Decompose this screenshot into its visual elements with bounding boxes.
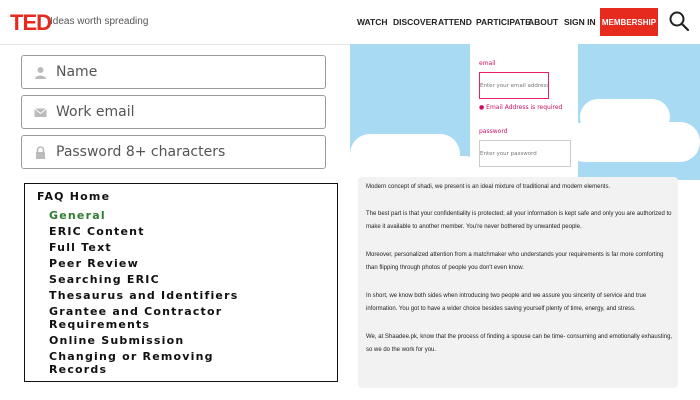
nav-watch[interactable]: WATCH: [357, 17, 388, 27]
nav-sign-in[interactable]: SIGN IN: [564, 17, 596, 27]
article-paragraph: Moreover, personalized attention from a …: [366, 252, 664, 271]
nav-participate[interactable]: PARTICIPATE: [476, 17, 531, 27]
password-field[interactable]: Password 8+ characters: [21, 135, 326, 169]
cloud-right-base: [565, 122, 700, 162]
name-placeholder: Name: [56, 64, 98, 80]
ted-logo[interactable]: TED: [10, 10, 52, 36]
envelope-icon: [34, 108, 47, 117]
work-email-placeholder: Work email: [56, 104, 135, 120]
faq-item-changing[interactable]: Changing or Removing: [49, 350, 214, 363]
lock-icon: [36, 146, 45, 159]
faq-item-changing-cont[interactable]: Records: [49, 363, 107, 376]
article-panel: Modern concept of shadi, we present is a…: [358, 177, 678, 388]
password-label: password: [479, 128, 508, 135]
email-error-message: ● Email Address is required: [479, 104, 563, 111]
name-field[interactable]: Name: [21, 55, 326, 89]
tagline: Ideas worth spreading: [50, 16, 149, 27]
faq-item-grantee[interactable]: Grantee and Contractor: [49, 305, 222, 318]
faq-home-link[interactable]: FAQ Home: [37, 190, 110, 203]
password-placeholder: Password 8+ characters: [56, 144, 226, 160]
person-icon: [35, 67, 46, 79]
email-label: email: [479, 60, 496, 67]
article-paragraph: The best part is that your confidentiali…: [366, 211, 672, 230]
faq-item-grantee-cont[interactable]: Requirements: [49, 318, 150, 331]
nav-about[interactable]: ABOUT: [528, 17, 558, 27]
email-input[interactable]: [479, 72, 549, 99]
password-input[interactable]: [479, 140, 571, 167]
ted-header: TED Ideas worth spreading WATCH DISCOVER…: [0, 0, 700, 45]
faq-item-full-text[interactable]: Full Text: [49, 241, 112, 254]
nav-attend[interactable]: ATTEND: [438, 17, 472, 27]
faq-item-eric-content[interactable]: ERIC Content: [49, 225, 145, 238]
nav-discover[interactable]: DISCOVER: [393, 17, 437, 27]
login-form: email ● Email Address is required passwo…: [470, 44, 578, 180]
faq-item-online-submission[interactable]: Online Submission: [49, 334, 184, 347]
article-paragraph: We, at Shaadee.pk, know that the process…: [366, 334, 673, 353]
article-paragraph: In short, we know both sides when introd…: [366, 293, 647, 312]
faq-item-peer-review[interactable]: Peer Review: [49, 257, 139, 270]
faq-item-searching-eric[interactable]: Searching ERIC: [49, 273, 160, 286]
article-paragraph: Modern concept of shadi, we present is a…: [366, 184, 611, 190]
faq-item-general[interactable]: General: [49, 209, 106, 222]
search-icon[interactable]: [668, 10, 690, 32]
work-email-field[interactable]: Work email: [21, 95, 326, 129]
faq-item-thesaurus[interactable]: Thesaurus and Identifiers: [49, 289, 238, 302]
faq-menu: FAQ Home General ERIC Content Full Text …: [24, 183, 338, 382]
membership-button[interactable]: MEMBERSHIP: [600, 8, 658, 36]
